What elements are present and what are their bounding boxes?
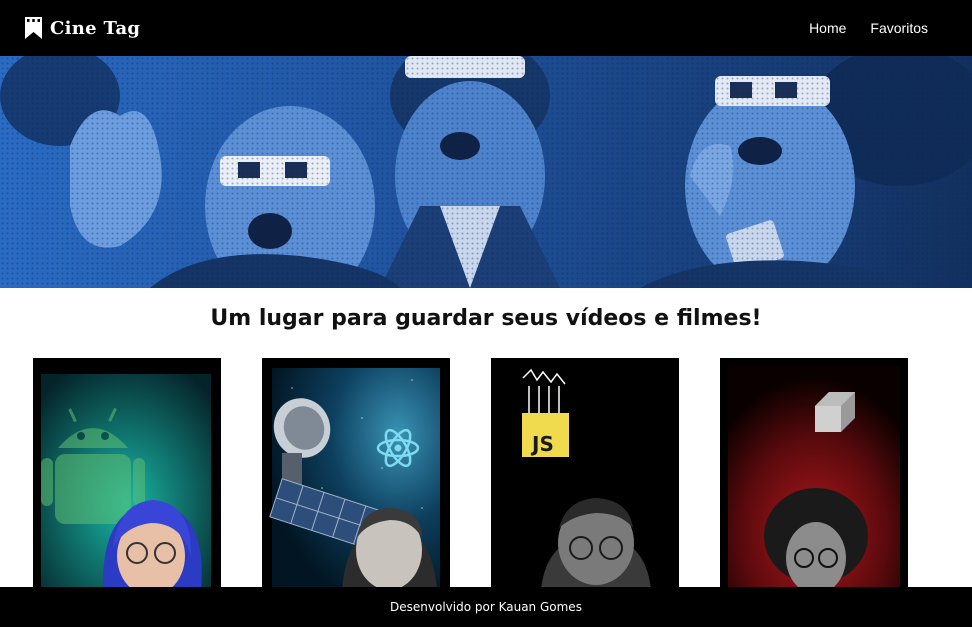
brand-logo[interactable]: Cine Tag (25, 17, 140, 39)
cinema-audience-image (0, 56, 972, 288)
video-card-dart[interactable] (720, 358, 908, 590)
page-footer: Desenvolvido por Kauan Gomes (0, 587, 972, 627)
video-card-react[interactable] (262, 358, 450, 590)
video-thumbnail-javascript: JS (491, 358, 679, 590)
hero-banner (0, 56, 972, 288)
top-navbar: Cine Tag Home Favoritos (0, 0, 972, 56)
footer-credit: Desenvolvido por Kauan Gomes (390, 600, 582, 614)
main-nav: Home Favoritos (809, 20, 928, 36)
video-thumbnail-dart (728, 366, 900, 590)
nav-link-favoritos[interactable]: Favoritos (870, 20, 928, 36)
video-thumbnail-android (41, 374, 211, 590)
video-thumbnail-react (269, 368, 440, 590)
brand-name: Cine Tag (50, 17, 141, 39)
js-badge-text: JS (530, 432, 554, 456)
video-card-javascript[interactable]: JS (491, 358, 679, 590)
nav-link-home[interactable]: Home (809, 20, 846, 36)
video-card-android[interactable] (33, 358, 221, 590)
bookmark-icon (25, 17, 42, 39)
javascript-icon: JS (522, 413, 569, 457)
page-title: Um lugar para guardar seus vídeos e film… (210, 306, 762, 331)
